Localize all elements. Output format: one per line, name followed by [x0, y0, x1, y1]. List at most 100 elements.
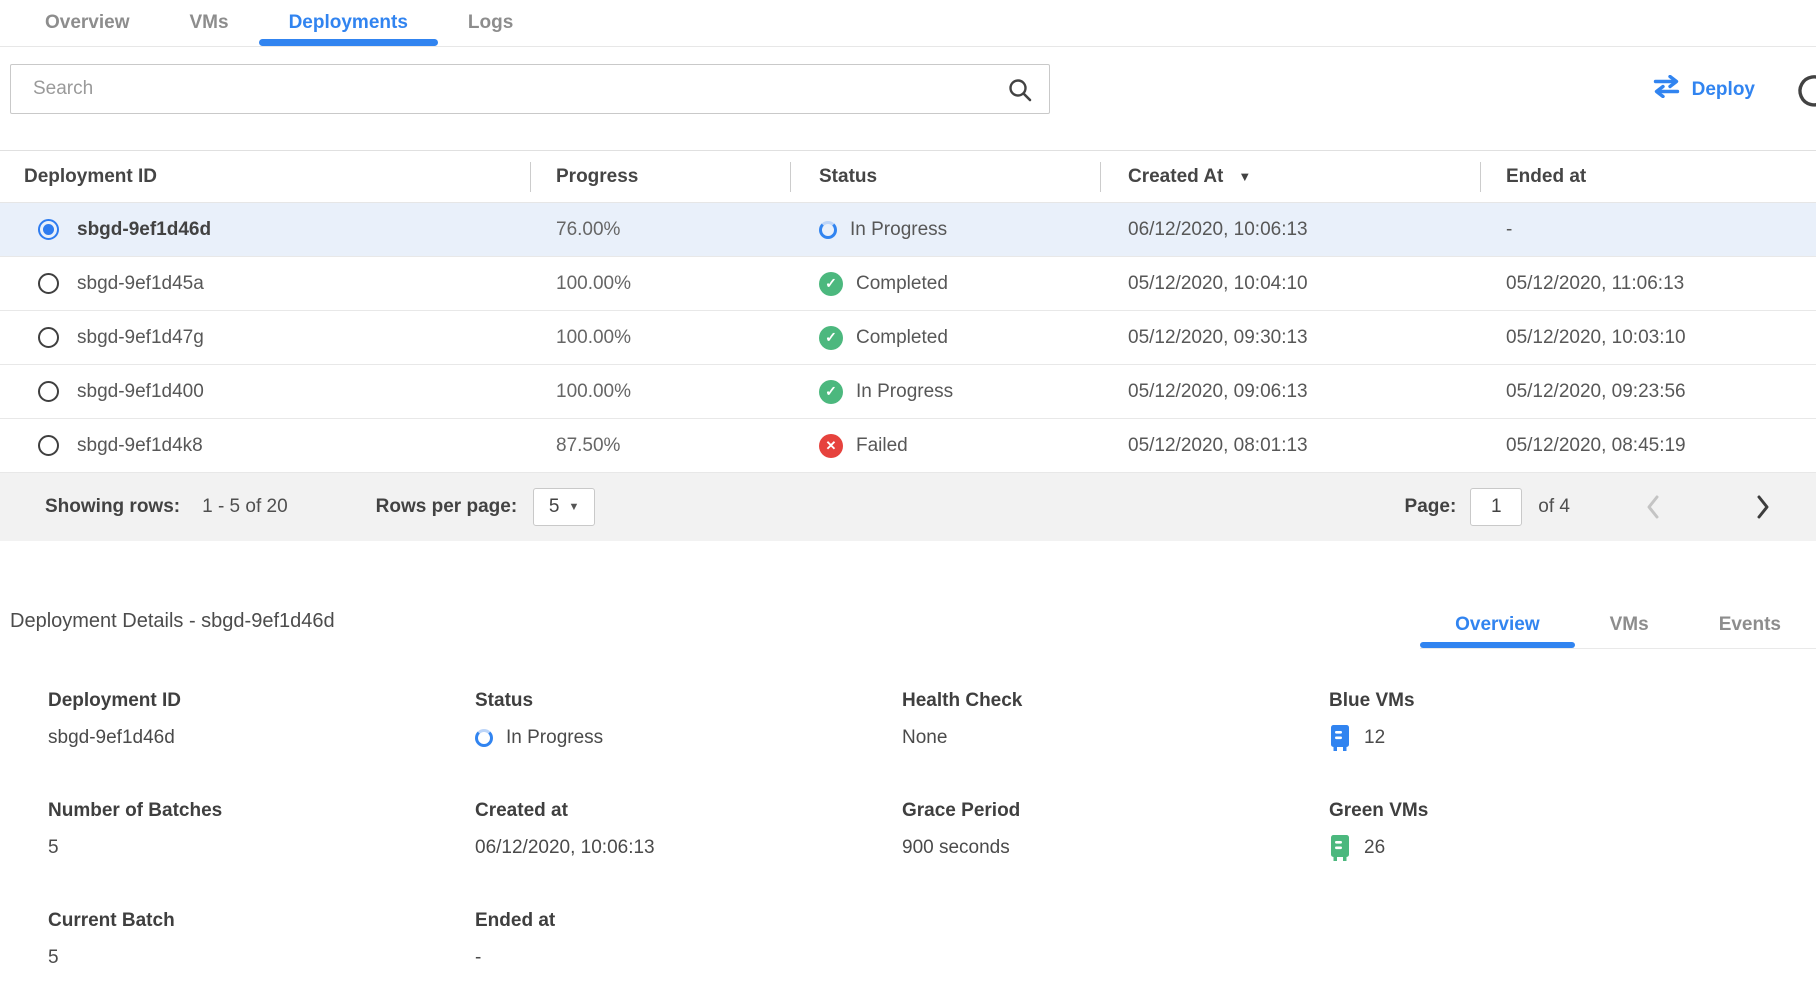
rows-per-page-value: 5: [549, 496, 560, 518]
next-page-icon[interactable]: [1752, 493, 1774, 521]
column-header-deployment-id[interactable]: Deployment ID: [0, 151, 530, 202]
refresh-icon[interactable]: [1795, 72, 1816, 110]
table-row[interactable]: sbgd-9ef1d47g 100.00% Completed 05/12/20…: [0, 311, 1816, 365]
deployment-details-section: Deployment Details - sbgd-9ef1d46d Overv…: [0, 601, 1816, 971]
search-box: [10, 64, 1050, 114]
status-cell: Completed: [856, 327, 948, 349]
page-label: Page:: [1405, 496, 1457, 518]
progress-cell: 100.00%: [530, 381, 790, 403]
details-tab-overview[interactable]: Overview: [1420, 601, 1575, 648]
page-total: of 4: [1538, 496, 1570, 518]
table-body: sbgd-9ef1d46d 76.00% In Progress 06/12/2…: [0, 203, 1816, 473]
tab-vms[interactable]: VMs: [160, 0, 259, 46]
column-header-ended-at[interactable]: Ended at: [1480, 151, 1816, 202]
column-header-progress[interactable]: Progress: [530, 151, 790, 202]
deployment-id-cell: sbgd-9ef1d46d: [77, 219, 211, 241]
field-status: Status In Progress: [475, 689, 902, 751]
table-row[interactable]: sbgd-9ef1d4k8 87.50% Failed 05/12/2020, …: [0, 419, 1816, 473]
field-value: sbgd-9ef1d46d: [48, 727, 175, 749]
field-current-batch: Current Batch 5: [48, 909, 475, 971]
field-blue-vms: Blue VMs 12: [1329, 689, 1756, 751]
table-row[interactable]: sbgd-9ef1d45a 100.00% Completed 05/12/20…: [0, 257, 1816, 311]
completed-check-icon: [819, 326, 843, 350]
field-label: Grace Period: [902, 799, 1329, 823]
row-radio[interactable]: [38, 219, 59, 240]
deployment-id-cell: sbgd-9ef1d4k8: [77, 435, 203, 457]
progress-cell: 76.00%: [530, 219, 790, 241]
pager: Page: of 4: [1405, 488, 1774, 526]
in-progress-spinner-icon: [475, 729, 493, 747]
row-radio[interactable]: [38, 435, 59, 456]
status-cell: In Progress: [856, 381, 953, 403]
ended-at-cell: 05/12/2020, 10:03:10: [1480, 327, 1816, 349]
search-icon[interactable]: [1007, 77, 1033, 108]
previous-page-icon[interactable]: [1642, 493, 1664, 521]
showing-rows-label: Showing rows:: [45, 496, 180, 518]
details-fields-grid: Deployment ID sbgd-9ef1d46d Status In Pr…: [48, 689, 1816, 971]
field-label: Health Check: [902, 689, 1329, 713]
column-header-status[interactable]: Status: [790, 151, 1100, 202]
field-value: 26: [1364, 837, 1385, 859]
progress-cell: 87.50%: [530, 435, 790, 457]
tab-overview[interactable]: Overview: [15, 0, 160, 46]
sort-descending-icon: ▼: [1238, 169, 1251, 184]
table-row[interactable]: sbgd-9ef1d400 100.00% In Progress 05/12/…: [0, 365, 1816, 419]
table-row[interactable]: sbgd-9ef1d46d 76.00% In Progress 06/12/2…: [0, 203, 1816, 257]
details-tab-bar: Overview VMs Events: [1420, 601, 1816, 649]
status-cell: In Progress: [850, 219, 947, 241]
field-value: In Progress: [506, 727, 603, 749]
deployment-id-cell: sbgd-9ef1d400: [77, 381, 204, 403]
ended-at-cell: 05/12/2020, 09:23:56: [1480, 381, 1816, 403]
field-health-check: Health Check None: [902, 689, 1329, 751]
tab-deployments[interactable]: Deployments: [259, 0, 438, 46]
in-progress-spinner-icon: [819, 221, 837, 239]
top-tab-bar: Overview VMs Deployments Logs: [0, 0, 1816, 47]
field-value: 900 seconds: [902, 837, 1010, 859]
row-radio[interactable]: [38, 381, 59, 402]
field-value: 5: [48, 947, 59, 969]
chevron-down-icon: ▼: [569, 501, 580, 513]
table-footer: Showing rows: 1 - 5 of 20 Rows per page:…: [0, 473, 1816, 541]
column-header-created-at[interactable]: Created At ▼: [1100, 151, 1480, 202]
field-value: 5: [48, 837, 59, 859]
field-label: Current Batch: [48, 909, 475, 933]
field-ended-at: Ended at -: [475, 909, 902, 971]
search-input[interactable]: [11, 65, 1049, 113]
row-radio[interactable]: [38, 327, 59, 348]
deployment-id-cell: sbgd-9ef1d47g: [77, 327, 204, 349]
created-at-cell: 05/12/2020, 08:01:13: [1100, 435, 1480, 457]
deployment-details-title: Deployment Details - sbgd-9ef1d46d: [10, 610, 335, 649]
field-label: Deployment ID: [48, 689, 475, 713]
progress-cell: 100.00%: [530, 327, 790, 349]
rows-per-page-label: Rows per page:: [376, 496, 517, 518]
field-label: Status: [475, 689, 902, 713]
ended-at-cell: 05/12/2020, 11:06:13: [1480, 273, 1816, 295]
created-at-cell: 05/12/2020, 09:30:13: [1100, 327, 1480, 349]
deployments-table: Deployment ID Progress Status Created At…: [0, 150, 1816, 541]
completed-check-icon: [819, 272, 843, 296]
page-number-input[interactable]: [1470, 488, 1522, 526]
tab-logs[interactable]: Logs: [438, 0, 543, 46]
field-label: Ended at: [475, 909, 902, 933]
showing-rows-value: 1 - 5 of 20: [202, 496, 288, 518]
details-tab-vms[interactable]: VMs: [1575, 601, 1684, 648]
created-at-cell: 06/12/2020, 10:06:13: [1100, 219, 1480, 241]
row-radio[interactable]: [38, 273, 59, 294]
field-created-at: Created at 06/12/2020, 10:06:13: [475, 799, 902, 861]
field-grace-period: Grace Period 900 seconds: [902, 799, 1329, 861]
field-number-of-batches: Number of Batches 5: [48, 799, 475, 861]
details-tab-events[interactable]: Events: [1684, 601, 1816, 648]
toolbar: Deploy: [0, 47, 1816, 150]
ended-at-cell: -: [1480, 219, 1816, 241]
field-label: Number of Batches: [48, 799, 475, 823]
swap-arrows-icon: [1652, 75, 1681, 104]
field-value: None: [902, 727, 947, 749]
completed-check-icon: [819, 380, 843, 404]
status-cell: Completed: [856, 273, 948, 295]
field-label: Blue VMs: [1329, 689, 1756, 713]
blue-vm-icon: [1329, 725, 1351, 751]
field-value: 06/12/2020, 10:06:13: [475, 837, 655, 859]
deploy-button[interactable]: Deploy: [1652, 75, 1755, 104]
progress-cell: 100.00%: [530, 273, 790, 295]
rows-per-page-select[interactable]: 5 ▼: [533, 488, 595, 526]
